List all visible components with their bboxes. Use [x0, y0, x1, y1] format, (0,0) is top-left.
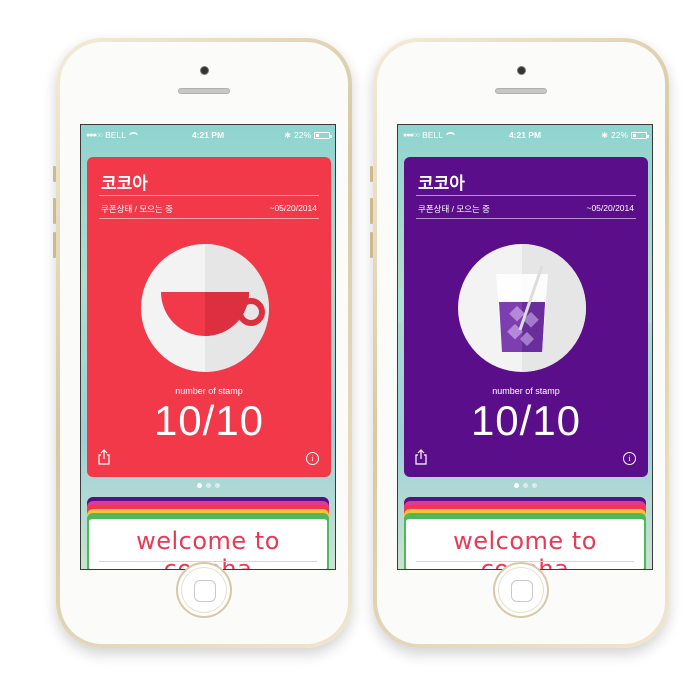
bluetooth-icon: ✱ [284, 130, 291, 140]
status-bar: ●●●○○ BELL 4:21 PM ✱ 22% [81, 125, 335, 145]
iced-drink-icon [496, 265, 548, 352]
share-icon[interactable] [97, 449, 111, 465]
battery-percent: 22% [293, 130, 311, 140]
drink-badge [141, 244, 269, 372]
page-dot[interactable] [522, 483, 528, 488]
phone-right: ●●●○○ BELL 4:21 PM ✱ 22% 코코아 쿠폰상태 / 모으는 … [370, 38, 669, 648]
stamp-count: 10/10 [470, 397, 582, 444]
card-title: 코코아 [101, 174, 148, 193]
carrier-label: BELL [422, 130, 443, 140]
coupon-date: ~05/20/2014 [269, 203, 317, 213]
wifi-icon [445, 131, 455, 139]
battery-icon [631, 131, 649, 139]
stamp-card[interactable]: 코코아 쿠폰상태 / 모으는 중 ~05/20/2014 number of s… [87, 157, 331, 477]
card-stack[interactable]: welcome to cocoha [87, 497, 329, 569]
drink-badge [458, 244, 586, 372]
stamp-card[interactable]: 코코아 쿠폰상태 / 모으는 중 ~05/20/2014 number of s… [404, 157, 648, 477]
volume-up-button [370, 198, 373, 224]
page-dot[interactable] [531, 483, 537, 488]
app-screen: ●●●○○ BELL 4:21 PM ✱ 22% 코코아 쿠폰상태 / 모으는 … [80, 124, 336, 570]
home-button[interactable] [493, 562, 549, 618]
signal-icon: ●●●○○ [403, 131, 420, 139]
stamp-label: number of stamp [492, 386, 560, 396]
phone-face: ●●●○○ BELL 4:21 PM ✱ 22% 코코아 쿠폰상태 / 모으는 … [377, 42, 665, 644]
card-divider [416, 195, 636, 196]
page-dot[interactable] [513, 483, 519, 488]
battery-percent: 22% [610, 130, 628, 140]
page-dot[interactable] [205, 483, 211, 488]
app-screen: ●●●○○ BELL 4:21 PM ✱ 22% 코코아 쿠폰상태 / 모으는 … [397, 124, 653, 570]
info-icon[interactable]: i [623, 452, 636, 465]
page-indicator[interactable] [398, 483, 652, 488]
phone-face: ●●●○○ BELL 4:21 PM ✱ 22% 코코아 쿠폰상태 / 모으는 … [60, 42, 348, 644]
stamp-label: number of stamp [175, 386, 243, 396]
earpiece-speaker [495, 88, 547, 94]
front-camera [199, 66, 209, 75]
share-icon[interactable] [414, 449, 428, 465]
phone-left: ●●●○○ BELL 4:21 PM ✱ 22% 코코아 쿠폰상태 / 모으는 … [53, 38, 352, 648]
coupon-date: ~05/20/2014 [586, 203, 634, 213]
volume-up-button [53, 198, 56, 224]
earpiece-speaker [178, 88, 230, 94]
card-divider [99, 195, 319, 196]
battery-icon [314, 131, 332, 139]
card-stack[interactable]: welcome to cocoha [404, 497, 646, 569]
mute-switch [370, 166, 373, 182]
status-bar: ●●●○○ BELL 4:21 PM ✱ 22% [398, 125, 652, 145]
front-camera [516, 66, 526, 75]
bluetooth-icon: ✱ [601, 130, 608, 140]
clock-time: 4:21 PM [508, 130, 542, 140]
stamp-count: 10/10 [153, 397, 265, 444]
card-title: 코코아 [418, 174, 465, 193]
info-icon[interactable]: i [306, 452, 319, 465]
card-divider [99, 218, 319, 219]
volume-down-button [53, 232, 56, 258]
coupon-status: 쿠폰상태 / 모으는 중 [418, 204, 491, 214]
card-divider [416, 218, 636, 219]
home-button[interactable] [176, 562, 232, 618]
clock-time: 4:21 PM [191, 130, 225, 140]
page-dot[interactable] [214, 483, 220, 488]
coffee-cup-icon [161, 292, 265, 336]
signal-icon: ●●●○○ [86, 131, 103, 139]
mute-switch [53, 166, 56, 182]
coupon-status: 쿠폰상태 / 모으는 중 [101, 204, 174, 214]
volume-down-button [370, 232, 373, 258]
page-dot[interactable] [196, 483, 202, 488]
carrier-label: BELL [105, 130, 126, 140]
page-indicator[interactable] [81, 483, 335, 488]
wifi-icon [128, 131, 138, 139]
